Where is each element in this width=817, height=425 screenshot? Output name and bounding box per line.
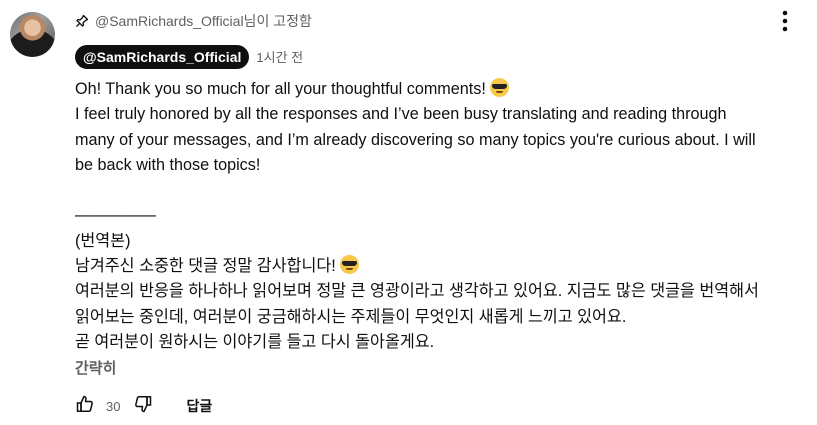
sunglasses-emoji-icon — [489, 78, 509, 97]
avatar[interactable] — [10, 12, 55, 57]
author-handle-badge[interactable]: @SamRichards_Official — [75, 44, 250, 69]
comment-line: (번역본) — [75, 231, 131, 250]
comment-actions: 30 답글 — [72, 393, 212, 419]
like-count: 30 — [106, 398, 121, 414]
more-actions-button[interactable] — [770, 8, 800, 38]
comment-line: be back with those topics! — [75, 155, 261, 174]
sunglasses-emoji-icon — [339, 255, 359, 275]
reply-button[interactable]: 답글 — [186, 396, 212, 416]
comment-line: 곧 여러분이 원하시는 이야기를 들고 다시 돌아올게요. — [75, 332, 435, 351]
show-less-button[interactable]: 간략히 — [75, 357, 116, 378]
divider-line: ————— — [75, 206, 156, 225]
like-button[interactable] — [72, 393, 98, 419]
comment-timestamp[interactable]: 1시간 전 — [256, 47, 303, 66]
thumbs-up-icon — [75, 394, 95, 419]
pinned-indicator: @SamRichards_Official님이 고정함 — [75, 11, 312, 31]
thumbs-down-icon — [133, 394, 153, 419]
comment-header: @SamRichards_Official 1시간 전 — [75, 44, 303, 69]
comment-line: many of your messages, and I’m already d… — [75, 130, 756, 149]
pin-icon — [75, 14, 89, 28]
comment-line: I feel truly honored by all the response… — [75, 105, 727, 124]
vertical-dots-icon — [782, 10, 788, 37]
dislike-button[interactable] — [130, 393, 156, 419]
pinned-text: @SamRichards_Official님이 고정함 — [95, 13, 312, 29]
comment-line: 남겨주신 소중한 댓글 정말 감사합니다! — [75, 254, 815, 279]
comment-line: 여러분의 반응을 하나하나 읽어보며 정말 큰 영광이라고 생각하고 있어요. … — [75, 282, 759, 301]
comment-text: Oh! Thank you so much for all your thoug… — [75, 77, 815, 355]
comment-line: 읽어보는 중인데, 여러분이 궁금해하시는 주제들이 무엇인지 새롭게 느끼고 … — [75, 307, 627, 326]
comment-line: Oh! Thank you so much for all your thoug… — [75, 77, 815, 102]
